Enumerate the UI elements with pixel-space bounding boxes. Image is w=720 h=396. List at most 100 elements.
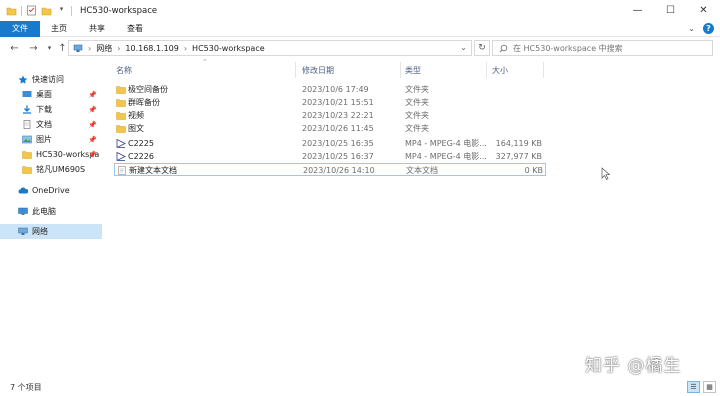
divider [71, 5, 72, 16]
file-name: 图文 [128, 124, 144, 133]
details-view-icon[interactable]: ☰ [687, 381, 700, 393]
nav-item-hc530[interactable]: HC530-workspa 📌 [0, 147, 102, 162]
text-file-icon [118, 166, 126, 175]
pin-icon[interactable]: 📌 [88, 106, 97, 114]
column-divider[interactable] [486, 62, 487, 78]
pin-icon[interactable]: 📌 [88, 136, 97, 144]
nav-label: OneDrive [32, 186, 70, 195]
file-date: 2023/10/26 11:45 [302, 124, 374, 133]
nav-quick-access[interactable]: 快速访问 [0, 72, 102, 87]
folder-icon [116, 112, 126, 120]
file-type: MP4 - MPEG-4 电影... [405, 139, 487, 148]
window-controls: — ☐ ✕ [621, 0, 720, 21]
column-header-size[interactable]: 大小 [492, 60, 542, 80]
tab-file[interactable]: 文件 [0, 20, 40, 37]
search-input[interactable] [513, 43, 703, 53]
nav-network[interactable]: 网络 [0, 224, 102, 239]
customize-toolbar-icon[interactable]: ▾ [56, 5, 67, 16]
folder-icon [22, 151, 32, 159]
nav-label: 快速访问 [32, 75, 64, 84]
file-row[interactable]: C2225 2023/10/25 16:35 MP4 - MPEG-4 电影..… [114, 137, 546, 150]
file-type: 文本文档 [406, 166, 438, 175]
file-date: 2023/10/23 22:21 [302, 111, 374, 120]
chevron-right-icon[interactable]: › [117, 44, 120, 53]
nav-this-pc[interactable]: 此电脑 [0, 204, 102, 219]
file-size [490, 109, 542, 122]
nav-onedrive[interactable]: OneDrive [0, 183, 102, 198]
nav-item-documents[interactable]: 文档 📌 [0, 117, 102, 132]
column-header-name[interactable]: 名称 [116, 60, 296, 80]
close-button[interactable]: ✕ [687, 0, 720, 21]
file-size: 164,119 KB [495, 139, 542, 148]
breadcrumb-folder[interactable]: HC530-workspace [192, 44, 265, 53]
expand-ribbon-icon[interactable]: ⌄ [688, 24, 695, 33]
quick-access-toolbar: ▾ [0, 0, 72, 21]
nav-label: 文档 [36, 120, 52, 129]
column-divider[interactable] [295, 62, 296, 78]
nav-item-desktop[interactable]: 桌面 📌 [0, 87, 102, 102]
pin-icon[interactable]: 📌 [88, 91, 97, 99]
chevron-right-icon[interactable]: › [88, 44, 91, 53]
file-list: ⌃ 名称 修改日期 类型 大小 极空间备份 2023/10/6 17:49 文件… [112, 58, 720, 378]
pin-icon[interactable]: 📌 [88, 151, 97, 159]
documents-icon [23, 120, 31, 129]
star-icon [18, 75, 28, 84]
forward-button[interactable]: → [27, 41, 40, 55]
cloud-icon [18, 187, 28, 194]
column-header-type[interactable]: 类型 [405, 60, 485, 80]
video-file-icon [116, 152, 126, 161]
properties-icon[interactable] [26, 5, 37, 16]
maximize-button[interactable]: ☐ [654, 0, 687, 21]
folder-icon [116, 86, 126, 94]
network-icon [73, 44, 83, 52]
file-name: 群晖备份 [128, 98, 160, 107]
nav-item-um690s[interactable]: 铭凡UM690S [0, 162, 102, 177]
file-row[interactable]: 群晖备份 2023/10/21 15:51 文件夹 [114, 96, 546, 109]
tab-home[interactable]: 主页 [40, 21, 78, 37]
watermark: 知乎 @橘生 [585, 356, 682, 376]
breadcrumb-host[interactable]: 10.168.1.109 [125, 44, 178, 53]
file-row[interactable]: 新建文本文档 2023/10/26 14:10 文本文档 0 KB [114, 163, 546, 176]
minimize-button[interactable]: — [621, 0, 654, 21]
file-row[interactable]: 图文 2023/10/26 11:45 文件夹 [114, 122, 546, 135]
file-date: 2023/10/26 14:10 [303, 166, 375, 175]
file-size [490, 122, 542, 135]
file-row[interactable]: 极空间备份 2023/10/6 17:49 文件夹 [114, 83, 546, 96]
file-name: 视频 [128, 111, 144, 120]
address-bar[interactable]: › 网络 › 10.168.1.109 › HC530-workspace ⌄ [68, 40, 472, 56]
file-size: 327,977 KB [495, 152, 542, 161]
file-name: C2226 [128, 152, 154, 161]
large-icons-view-icon[interactable]: ▦ [703, 381, 716, 393]
folder-icon [6, 7, 17, 16]
video-file-icon [116, 139, 126, 148]
nav-item-pictures[interactable]: 图片 📌 [0, 132, 102, 147]
pin-icon[interactable]: 📌 [88, 121, 97, 129]
tab-share[interactable]: 共享 [78, 21, 116, 37]
help-icon[interactable]: ? [703, 23, 714, 34]
column-divider[interactable] [400, 62, 401, 78]
navigation-bar: ← → ▾ ↑ › 网络 › 10.168.1.109 › HC530-work… [0, 38, 720, 58]
new-folder-icon[interactable] [41, 5, 52, 16]
address-dropdown-icon[interactable]: ⌄ [460, 43, 467, 52]
back-button[interactable]: ← [8, 41, 21, 55]
column-divider[interactable] [543, 62, 544, 78]
nav-item-downloads[interactable]: 下载 📌 [0, 102, 102, 117]
search-box[interactable] [492, 40, 713, 56]
recent-locations-icon[interactable]: ▾ [43, 41, 56, 55]
file-row[interactable]: 视频 2023/10/23 22:21 文件夹 [114, 109, 546, 122]
chevron-right-icon[interactable]: › [184, 44, 187, 53]
window-title: HC530-workspace [80, 5, 158, 16]
tab-view[interactable]: 查看 [116, 21, 154, 37]
file-size: 0 KB [524, 166, 543, 175]
column-header-date[interactable]: 修改日期 [302, 60, 402, 80]
refresh-button[interactable]: ↻ [474, 40, 490, 56]
file-row[interactable]: C2226 2023/10/25 16:37 MP4 - MPEG-4 电影..… [114, 150, 546, 163]
folder-icon [116, 99, 126, 107]
navigation-pane: 快速访问 桌面 📌 下载 📌 文档 📌 图片 📌 HC530-workspa 📌… [0, 60, 103, 378]
desktop-icon [22, 91, 32, 97]
file-date: 2023/10/21 15:51 [302, 98, 374, 107]
divider [21, 5, 22, 16]
file-type: 文件夹 [405, 111, 429, 120]
file-type: 文件夹 [405, 124, 429, 133]
breadcrumb-network[interactable]: 网络 [96, 43, 112, 54]
